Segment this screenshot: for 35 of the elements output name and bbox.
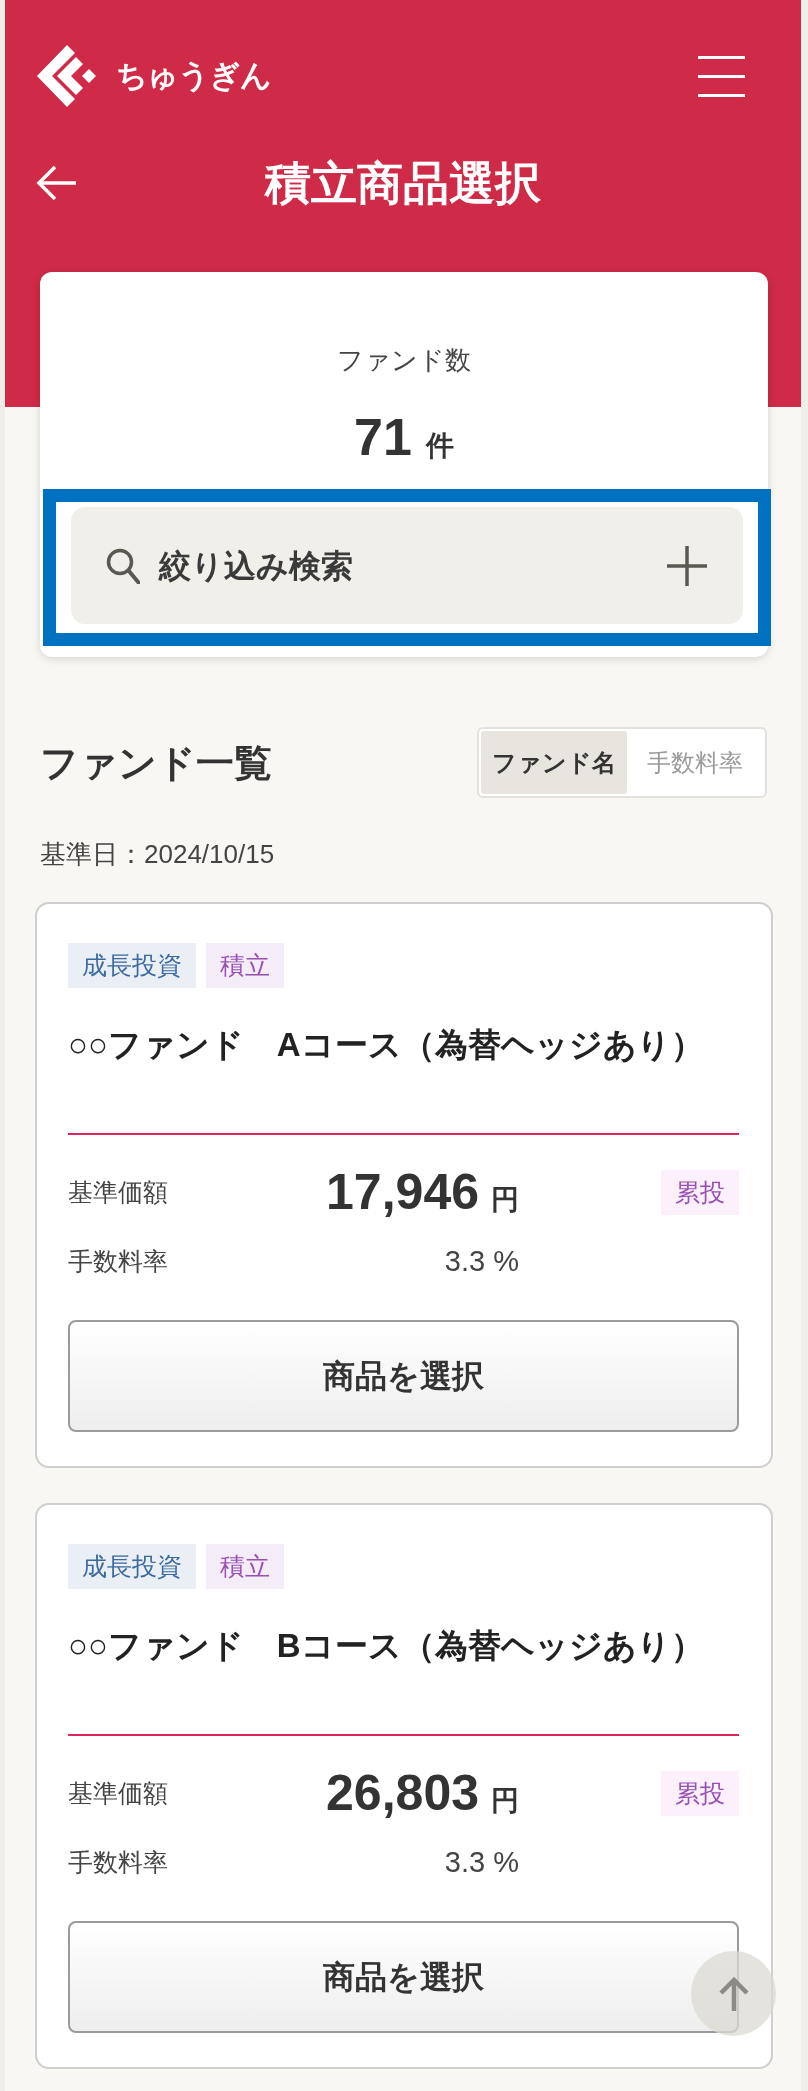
base-date: 基準日：2024/10/15 — [39, 838, 276, 871]
price-unit: 円 — [491, 1183, 519, 1217]
category-tag: 積立 — [206, 1544, 284, 1589]
select-product-button[interactable]: 商品を選択 — [68, 1320, 739, 1432]
fee-value: 3.3 % — [443, 1845, 519, 1880]
fee-label: 手数料率 — [68, 1246, 169, 1277]
fund-name: ○○ファンド Bコース（為替ヘッジあり） — [68, 1626, 705, 1666]
price-label: 基準価額 — [68, 1778, 169, 1809]
select-product-button[interactable]: 商品を選択 — [68, 1921, 739, 2033]
plan-badge: 累投 — [661, 1770, 739, 1816]
page-title: 積立商品選択 — [263, 156, 542, 211]
price-unit: 円 — [491, 1784, 519, 1818]
fee-label: 手数料率 — [68, 1847, 169, 1878]
fee-value: 3.3 % — [443, 1244, 519, 1279]
fund-name: ○○ファンド Aコース（為替ヘッジあり） — [68, 1025, 705, 1065]
category-tag: 成長投資 — [68, 943, 196, 988]
category-tag: 積立 — [206, 943, 284, 988]
fund-count-value: 71 — [354, 407, 412, 467]
fund-count-unit: 件 — [425, 429, 454, 463]
fund-count-label: ファンド数 — [336, 344, 472, 377]
back-arrow-icon[interactable] — [36, 165, 76, 201]
price-value: 26,803 — [326, 1764, 479, 1823]
plus-icon — [667, 545, 707, 586]
price-label: 基準価額 — [68, 1177, 169, 1208]
sort-tab[interactable]: ファンド名 — [481, 731, 627, 794]
plan-badge: 累投 — [661, 1169, 739, 1215]
search-icon — [106, 547, 140, 584]
arrow-up-icon — [718, 1976, 749, 2011]
filter-search-button[interactable]: 絞り込み検索 — [71, 507, 743, 624]
menu-icon[interactable] — [698, 55, 745, 97]
price-value: 17,946 — [326, 1163, 479, 1222]
logo-text: ちゅうぎん — [116, 57, 271, 95]
section-heading: ファンド一覧 — [40, 740, 272, 786]
logo-icon — [37, 45, 97, 107]
category-tag: 成長投資 — [68, 1544, 196, 1589]
